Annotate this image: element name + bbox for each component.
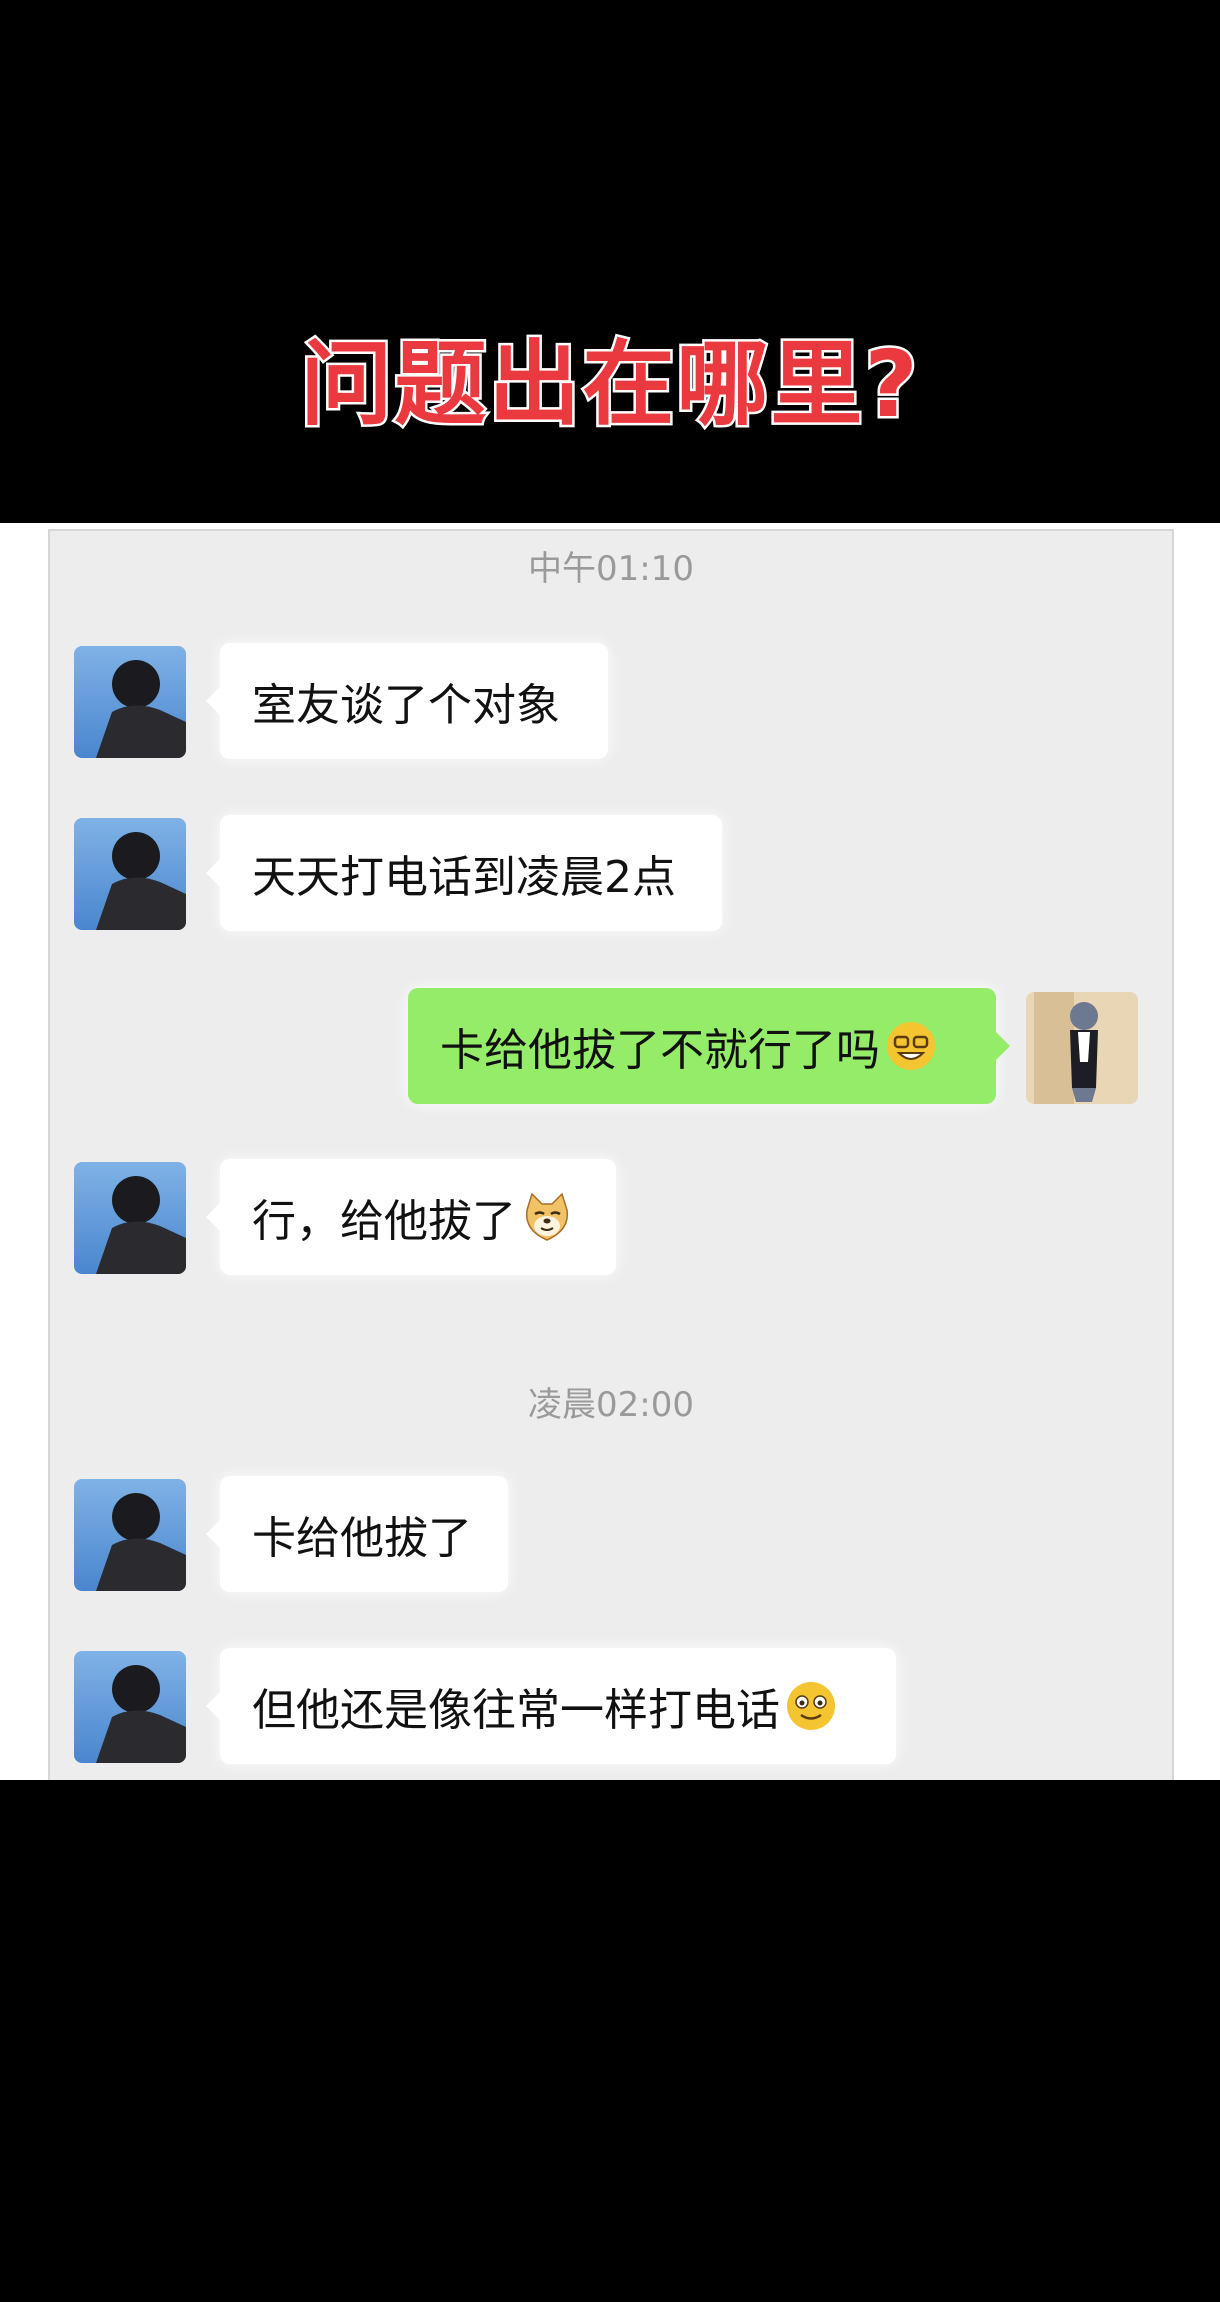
timestamp: 中午01:10 [528, 549, 694, 589]
message-text: 行，给他拔了 [252, 1196, 516, 1247]
message-bubble[interactable]: 行，给他拔了 [206, 1159, 616, 1275]
contact-avatar[interactable] [74, 1651, 186, 1763]
doge-emoji [520, 1190, 574, 1244]
message-text: 天天打电话到凌晨2点 [252, 852, 676, 903]
message-text: 室友谈了个对象 [252, 680, 560, 731]
contact-avatar[interactable] [74, 1479, 186, 1591]
message-bubble[interactable]: 天天打电话到凌晨2点 [206, 815, 722, 931]
message-bubble[interactable]: 卡给他拔了 [206, 1476, 508, 1592]
chat-screenshot: 中午01:10 室友谈了个对象 天天打电话到凌晨2点 卡给他拔了不就行了吗 行，… [0, 523, 1220, 1780]
my-avatar[interactable] [1026, 992, 1138, 1104]
video-headline: 问题出在哪里? [298, 329, 920, 441]
contact-avatar[interactable] [74, 1162, 186, 1274]
message-text: 卡给他拔了 [252, 1513, 472, 1564]
message-bubble[interactable]: 但他还是像往常一样打电话 [206, 1648, 896, 1764]
message-text: 但他还是像往常一样打电话 [252, 1685, 780, 1736]
timestamp: 凌晨02:00 [528, 1385, 694, 1425]
message-bubble[interactable]: 室友谈了个对象 [206, 643, 608, 759]
message-text: 卡给他拔了不就行了吗 [440, 1025, 880, 1076]
grin-with-glasses-emoji [884, 1019, 938, 1073]
contact-avatar[interactable] [74, 818, 186, 930]
smiling-emoji [784, 1679, 838, 1733]
contact-avatar[interactable] [74, 646, 186, 758]
chat-panel: 中午01:10 室友谈了个对象 天天打电话到凌晨2点 卡给他拔了不就行了吗 行，… [48, 529, 1174, 1780]
message-bubble-outgoing[interactable]: 卡给他拔了不就行了吗 [408, 988, 1010, 1104]
